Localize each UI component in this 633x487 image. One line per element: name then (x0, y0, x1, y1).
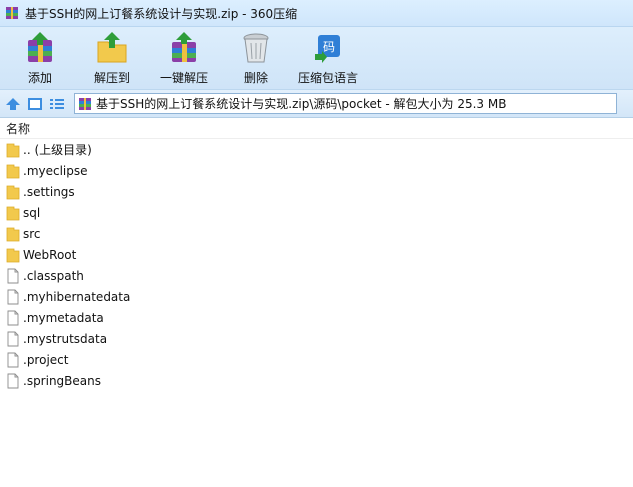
list-view-icon (50, 98, 64, 109)
document-icon (7, 373, 19, 388)
file-name: .. (上级目录) (23, 143, 92, 157)
file-name: .project (23, 352, 69, 367)
folder-icon (6, 248, 20, 262)
icon-view-button[interactable] (26, 95, 44, 113)
document-icon (7, 289, 19, 304)
encoding-language-icon: 码 (315, 35, 340, 63)
file-row[interactable]: .classpath (0, 265, 633, 286)
archive-add-icon (28, 32, 52, 62)
folder-row[interactable]: src (0, 223, 633, 244)
archive-language-button[interactable]: 码 压缩包语言 (292, 27, 364, 89)
file-name: .springBeans (23, 373, 101, 388)
address-bar: 基于SSH的网上订餐系统设计与实现.zip\源码\pocket - 解包大小为 … (0, 89, 633, 118)
file-name: sql (23, 205, 41, 220)
trash-bin-icon (243, 33, 269, 63)
name-column-label: 名称 (6, 121, 31, 136)
file-name: .mymetadata (23, 310, 104, 325)
add-button[interactable]: 添加 (4, 27, 76, 89)
file-row[interactable]: .springBeans (0, 370, 633, 391)
one-click-extract-button[interactable]: 一键解压 (148, 27, 220, 89)
folder-row[interactable]: .settings (0, 181, 633, 202)
arrow-up-icon (6, 97, 20, 110)
file-name: .settings (23, 184, 75, 199)
file-row[interactable]: .myhibernatedata (0, 286, 633, 307)
file-name: src (23, 226, 41, 241)
archive-language-label: 压缩包语言 (297, 71, 358, 85)
document-icon (7, 352, 19, 367)
file-name: .mystrutsdata (23, 331, 108, 346)
folder-row[interactable]: sql (0, 202, 633, 223)
file-list: 名称 .. (上级目录) .myeclipse .settings sql sr… (0, 118, 633, 487)
parent-directory-row[interactable]: .. (上级目录) (0, 139, 633, 160)
name-column-header[interactable]: 名称 (0, 118, 633, 139)
delete-label: 删除 (243, 71, 268, 85)
file-name: .myeclipse (23, 163, 88, 178)
svg-text:码: 码 (323, 40, 335, 54)
extract-to-folder-icon (97, 32, 127, 63)
path-field[interactable]: 基于SSH的网上订餐系统设计与实现.zip\源码\pocket - 解包大小为 … (74, 93, 617, 114)
extract-to-button[interactable]: 解压到 (76, 27, 148, 89)
folder-icon (6, 164, 20, 178)
folder-icon (6, 143, 20, 157)
up-level-button[interactable] (4, 95, 22, 113)
file-name: .myhibernatedata (23, 289, 131, 304)
extract-to-label: 解压到 (93, 71, 130, 85)
large-icon-view-icon (28, 97, 42, 110)
current-path: 基于SSH的网上订餐系统设计与实现.zip\源码\pocket - 解包大小为 … (96, 97, 507, 111)
folder-icon (6, 185, 20, 199)
list-view-button[interactable] (48, 95, 66, 113)
folder-icon (6, 227, 20, 241)
file-row[interactable]: .mymetadata (0, 307, 633, 328)
document-icon (7, 268, 19, 283)
file-name: WebRoot (23, 247, 77, 262)
one-click-extract-label: 一键解压 (159, 71, 208, 85)
add-label: 添加 (27, 71, 52, 85)
one-click-extract-icon (172, 32, 196, 62)
app-window: 基于SSH的网上订餐系统设计与实现.zip - 360压缩 添加 解压到 一键解… (0, 0, 633, 487)
folder-row[interactable]: WebRoot (0, 244, 633, 265)
folder-icon (6, 206, 20, 220)
archive-file-icon (79, 97, 91, 110)
window-title: 基于SSH的网上订餐系统设计与实现.zip - 360压缩 (25, 6, 298, 21)
title-bar: 基于SSH的网上订餐系统设计与实现.zip - 360压缩 (0, 0, 633, 27)
document-icon (7, 310, 19, 325)
toolbar: 添加 解压到 一键解压 删除 码 压缩包语言 (0, 27, 633, 89)
document-icon (7, 331, 19, 346)
folder-row[interactable]: .myeclipse (0, 160, 633, 181)
file-row[interactable]: .project (0, 349, 633, 370)
archive-app-icon (6, 7, 18, 19)
file-row[interactable]: .mystrutsdata (0, 328, 633, 349)
file-name: .classpath (23, 268, 84, 283)
delete-button[interactable]: 删除 (220, 27, 292, 89)
